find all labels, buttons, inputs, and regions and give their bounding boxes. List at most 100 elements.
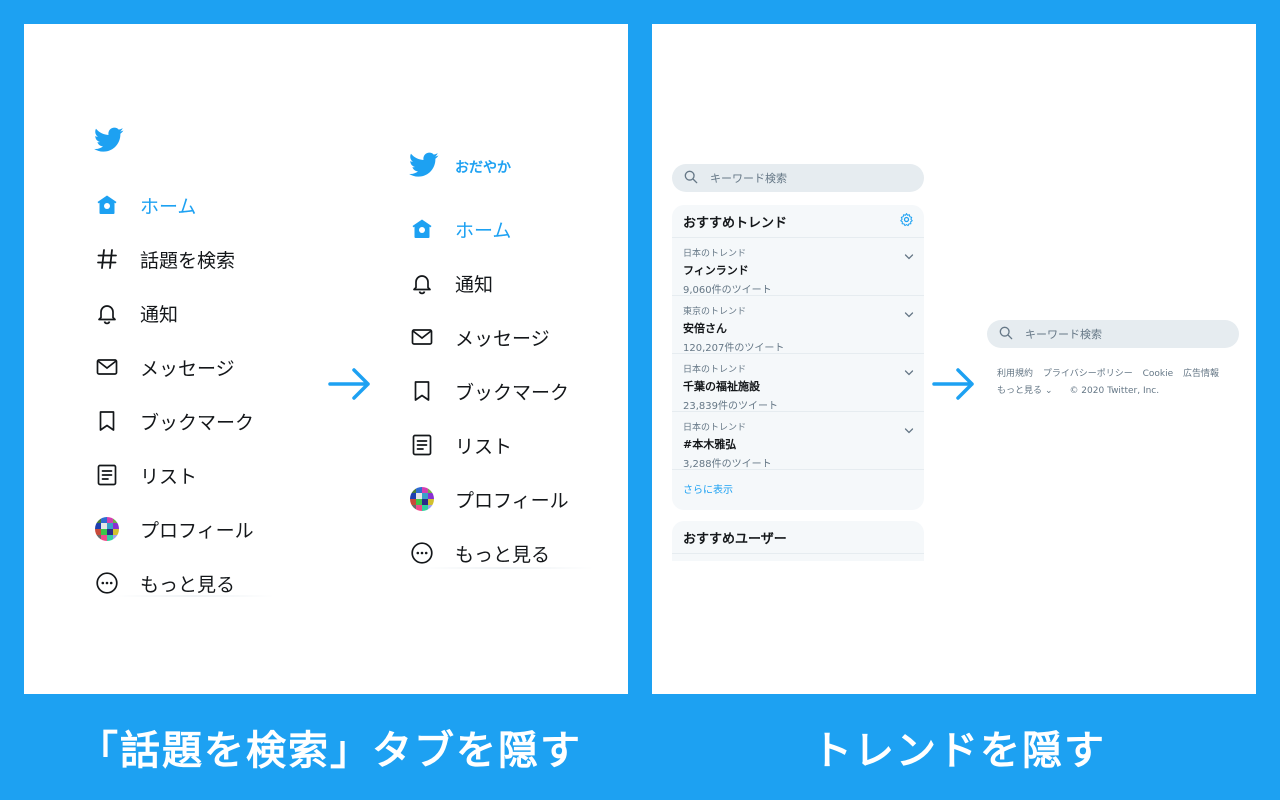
avatar <box>409 486 435 512</box>
trend-item[interactable]: 日本のトレンド フィンランド 9,060件のツイート <box>672 238 924 296</box>
trend-name: #本木雅弘 <box>683 438 737 451</box>
trend-count: 9,060件のツイート <box>683 285 772 296</box>
nav-menu-after: おだやかホーム通知メッセージブックマーク リストプロフィール もっと見る <box>409 149 569 580</box>
trend-count: 120,207件のツイート <box>683 343 785 354</box>
nav-item-home[interactable]: ホーム <box>94 178 254 232</box>
show-more-link[interactable]: さらに表示 <box>672 470 924 506</box>
trend-count: 23,839件のツイート <box>683 401 778 412</box>
nav-item-bell[interactable]: 通知 <box>94 286 254 340</box>
home-icon <box>94 192 120 218</box>
trend-list: 日本のトレンド フィンランド 9,060件のツイート 東京のトレンド 安倍さん 120,2… <box>672 238 924 470</box>
footer-link-privacy[interactable]: プライバシーポリシー <box>1043 369 1133 379</box>
nav-item-envelope[interactable]: メッセージ <box>94 340 254 394</box>
bell-icon <box>409 270 435 296</box>
trend-context: 日本のトレンド <box>683 249 747 259</box>
trend-count: 3,288件のツイート <box>683 459 772 470</box>
nav-item-label: プロフィール <box>455 489 569 512</box>
nav-item-label: もっと見る <box>455 543 551 566</box>
trends-title: おすすめトレンド <box>683 215 788 231</box>
chevron-down-icon[interactable] <box>904 305 914 318</box>
chevron-down-icon[interactable] <box>904 363 914 376</box>
nav-item-label: リスト <box>140 465 198 488</box>
search-icon <box>684 169 698 188</box>
trend-context: 日本のトレンド <box>683 365 747 375</box>
divider <box>419 567 594 569</box>
nav-item-label: メッセージ <box>455 327 550 350</box>
more-icon <box>409 540 435 566</box>
search-input[interactable] <box>708 170 892 186</box>
account-name[interactable]: おだやか <box>455 157 511 177</box>
nav-item-label: ブックマーク <box>140 411 255 434</box>
nav-item-label: プロフィール <box>140 519 254 542</box>
twitter-bird-icon[interactable] <box>409 152 439 182</box>
nav-item-label: もっと見る <box>140 573 236 596</box>
divider <box>114 595 274 597</box>
nav-item-home[interactable]: ホーム <box>409 202 569 256</box>
trends-card: おすすめトレンド 日本のトレンド フィンランド 9,060件のツイート 東京のトレンド… <box>672 205 924 510</box>
nav-item-bookmark[interactable]: ブックマーク <box>409 364 569 418</box>
nav-item-bell[interactable]: 通知 <box>409 256 569 310</box>
footer-more-label: もっと見る <box>997 386 1043 396</box>
avatar-image <box>410 487 434 511</box>
chevron-down-icon: ⌄ <box>1045 386 1053 396</box>
settings-gear-icon[interactable] <box>899 212 914 231</box>
home-icon <box>409 216 435 242</box>
envelope-icon <box>94 354 120 380</box>
footer-link-terms[interactable]: 利用規約 <box>997 369 1033 379</box>
nav-item-avatar[interactable]: プロフィール <box>94 502 254 556</box>
nav-item-more[interactable]: もっと見る <box>409 526 569 580</box>
nav-item-list[interactable]: リスト <box>94 448 254 502</box>
chevron-down-icon[interactable] <box>904 247 914 260</box>
search-icon <box>999 325 1013 344</box>
copyright: © 2020 Twitter, Inc. <box>1069 386 1160 396</box>
footer-more-link[interactable]: もっと見る ⌄ <box>997 386 1060 396</box>
nav-menu-before: ホーム話題を検索通知メッセージブックマーク リストプロフィール もっと見る <box>94 124 254 610</box>
caption-hide-search-tab: 「話題を検索」タブを隠す <box>78 728 582 774</box>
users-title: おすすめユーザー <box>683 531 787 547</box>
avatar <box>94 516 120 542</box>
search-input[interactable] <box>1023 326 1207 342</box>
footer-links: 利用規約 プライバシーポリシー Cookie 広告情報 もっと見る ⌄ © 202… <box>997 366 1256 400</box>
hashtag-icon <box>94 246 120 272</box>
caption-hide-trends: トレンドを隠す <box>812 728 1106 774</box>
bell-icon <box>94 300 120 326</box>
nav-item-envelope[interactable]: メッセージ <box>409 310 569 364</box>
arrow-right-icon <box>328 366 372 406</box>
nav-item-more[interactable]: もっと見る <box>94 556 254 610</box>
more-icon <box>94 570 120 596</box>
trend-item[interactable]: 日本のトレンド千葉の福祉施設 23,839件のツイート <box>672 354 924 412</box>
nav-item-label: 通知 <box>140 303 179 326</box>
nav-item-hashtag[interactable]: 話題を検索 <box>94 232 254 286</box>
footer-link-ads[interactable]: 広告情報 <box>1183 369 1219 379</box>
nav-item-label: 話題を検索 <box>140 249 236 272</box>
bookmark-icon <box>409 378 435 404</box>
search-box[interactable] <box>987 320 1239 348</box>
envelope-icon <box>409 324 435 350</box>
nav-item-label: ホーム <box>140 195 197 218</box>
list-icon <box>94 462 120 488</box>
who-to-follow-card: おすすめユーザー <box>672 521 924 561</box>
trend-item[interactable]: 日本のトレンド #本木雅弘 3,288件のツイート <box>672 412 924 470</box>
trend-item[interactable]: 東京のトレンド 安倍さん 120,207件のツイート <box>672 296 924 354</box>
trend-name: フィンランド <box>683 264 749 277</box>
trend-name: 千葉の福祉施設 <box>683 380 760 393</box>
nav-item-avatar[interactable]: プロフィール <box>409 472 569 526</box>
trend-name: 安倍さん <box>683 322 727 335</box>
logo-row: おだやか <box>409 149 569 185</box>
before-after-panel-trends: おすすめトレンド 日本のトレンドフィンランド 9,060件のツイート東京のトレンド… <box>652 24 1256 694</box>
chevron-down-icon[interactable] <box>904 421 914 434</box>
trend-context: 東京のトレンド <box>683 307 747 317</box>
nav-item-bookmark[interactable]: ブックマーク <box>94 394 254 448</box>
users-header: おすすめユーザー <box>672 521 924 554</box>
nav-item-label: ホーム <box>455 219 512 242</box>
footer-link-cookie[interactable]: Cookie <box>1143 369 1174 379</box>
before-after-panel-search-tab: ホーム 話題を検索 通知 メッセージ ブックマーク リスト プロフィール もっと見る おだやか… <box>24 24 628 694</box>
nav-item-label: 通知 <box>455 273 494 296</box>
nav-item-label: リスト <box>455 435 513 458</box>
bookmark-icon <box>94 408 120 434</box>
search-box[interactable] <box>672 164 924 192</box>
twitter-bird-icon[interactable] <box>94 127 124 157</box>
nav-item-list[interactable]: リスト <box>409 418 569 472</box>
logo-row <box>94 124 254 160</box>
nav-item-label: ブックマーク <box>455 381 570 404</box>
